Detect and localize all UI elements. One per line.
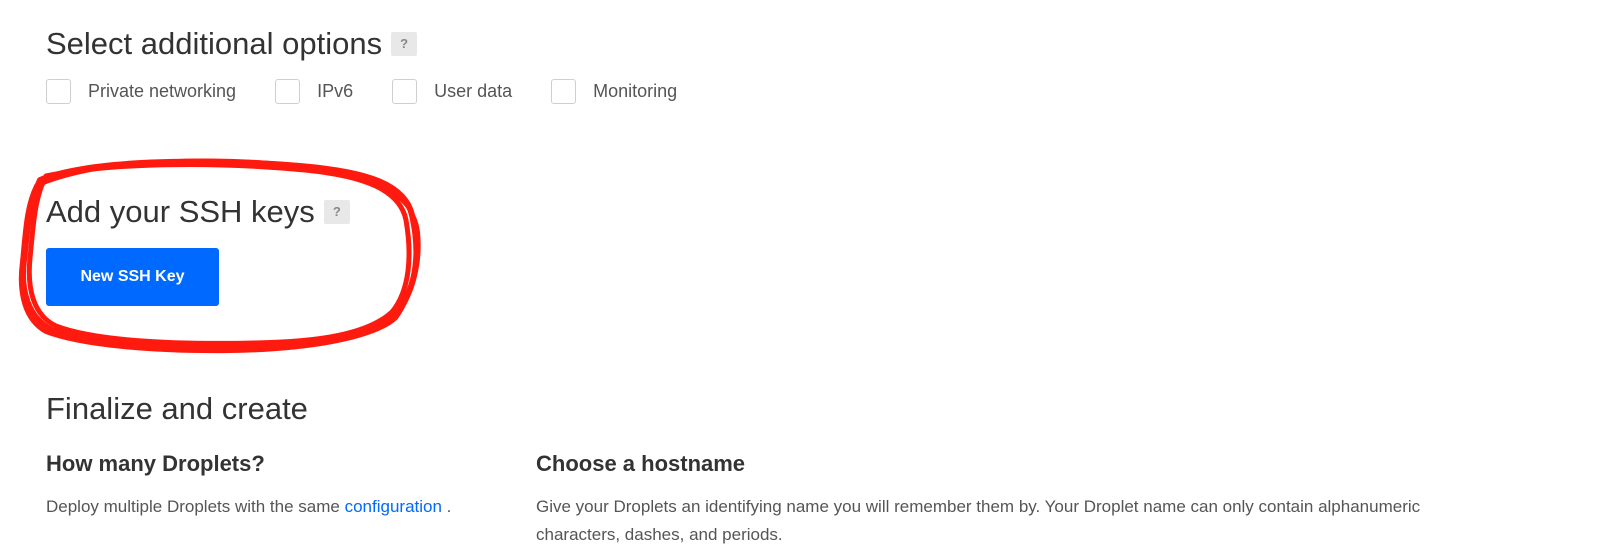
ssh-title-text: Add your SSH keys [46, 194, 315, 229]
hostname-description: Give your Droplets an identifying name y… [536, 497, 1421, 544]
finalize-section-title: Finalize and create [46, 391, 308, 427]
options-section-title: Select additional options ? [46, 26, 418, 62]
droplet-count-desc-text: Deploy multiple Droplets with the same [46, 497, 340, 516]
ssh-section-title: Add your SSH keys ? [46, 194, 350, 230]
ipv6-checkbox[interactable] [275, 79, 301, 104]
option-ipv6[interactable]: IPv6 [275, 79, 353, 104]
ssh-help-icon[interactable]: ? [323, 200, 350, 224]
private-networking-checkbox[interactable] [46, 79, 71, 104]
option-user-data[interactable]: User data [392, 79, 512, 104]
monitoring-checkbox[interactable] [551, 79, 577, 104]
finalize-title-text: Finalize and create [46, 391, 308, 426]
droplet-count-desc-end: . [446, 497, 452, 516]
user-data-checkbox[interactable] [392, 79, 418, 104]
option-label: Monitoring [593, 81, 678, 101]
additional-options-list: Private networking IPv6 User data Monito… [46, 79, 677, 104]
new-ssh-key-button[interactable]: New SSH Key [46, 248, 219, 306]
droplet-count-title: How many Droplets? [46, 451, 265, 476]
hostname-title: Choose a hostname [536, 451, 746, 476]
option-private-networking[interactable]: Private networking [46, 79, 236, 104]
option-label: User data [434, 81, 513, 101]
option-monitoring[interactable]: Monitoring [551, 79, 677, 104]
configuration-link[interactable]: configuration [345, 497, 442, 516]
option-label: Private networking [88, 81, 237, 101]
droplet-count-description: Deploy multiple Droplets with the same c… [46, 493, 451, 521]
options-title-text: Select additional options [46, 26, 383, 61]
option-label: IPv6 [317, 81, 354, 101]
options-help-icon[interactable]: ? [391, 32, 418, 56]
